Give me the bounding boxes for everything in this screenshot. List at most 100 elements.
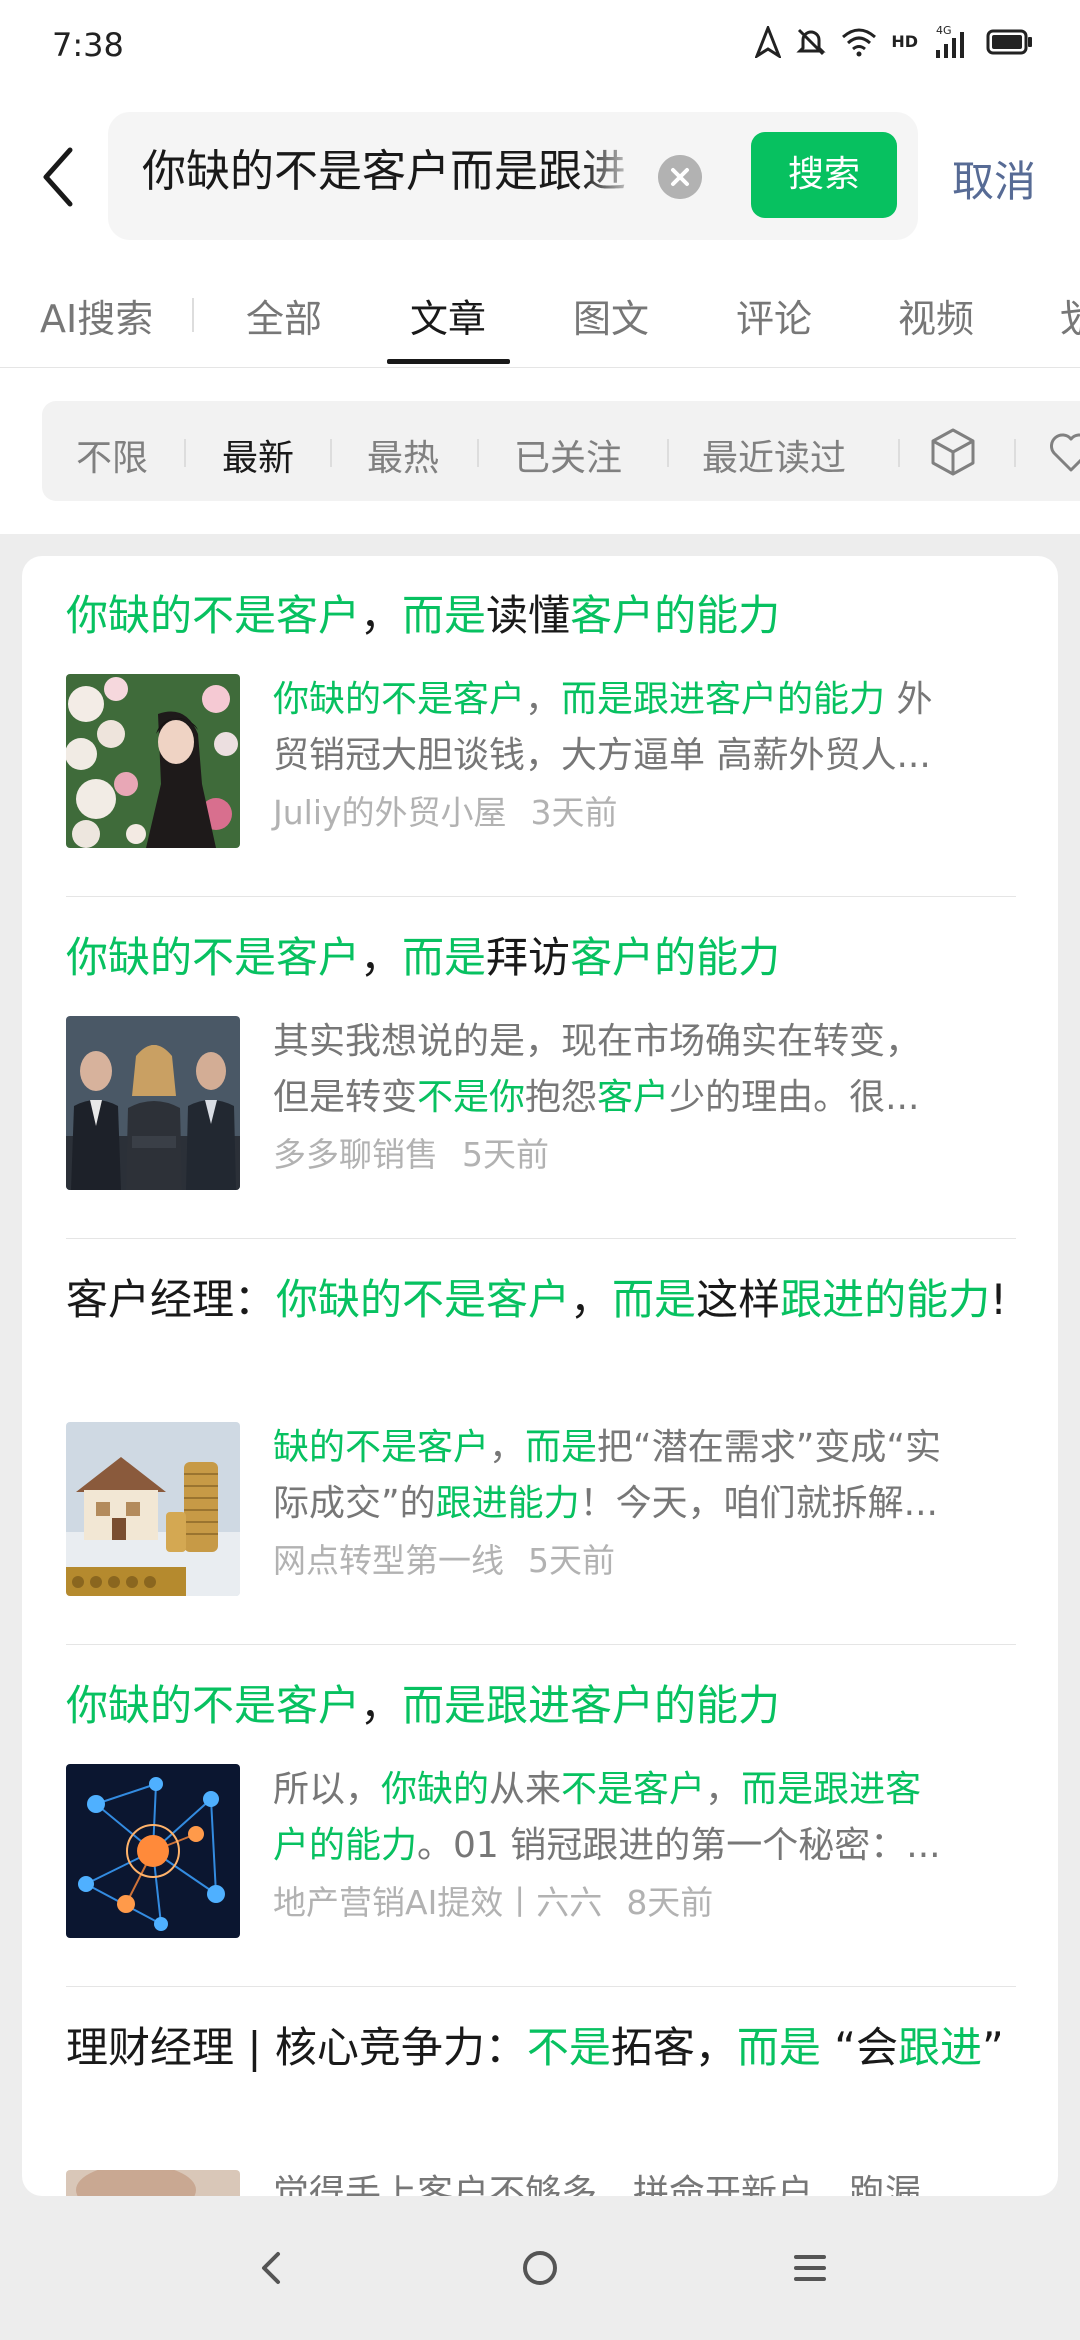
result-time: 3天前 bbox=[530, 793, 618, 832]
result-item[interactable]: 你缺的不是客户，而是拜访客户的能力 其实我想说的是，现在市场确实在转变， 但是转变… bbox=[66, 926, 1016, 1190]
filter-divider bbox=[1014, 439, 1016, 467]
highlighted-text: 缺的不是客户 bbox=[273, 1427, 490, 1468]
filter-recently-read[interactable]: 最近读过 bbox=[702, 429, 846, 481]
nav-menu-icon[interactable] bbox=[778, 2236, 842, 2300]
text-segment: 读懂 bbox=[486, 591, 571, 640]
highlighted-text: 你缺的不是客户 bbox=[66, 1681, 361, 1730]
highlighted-text: 而是 bbox=[612, 1275, 697, 1324]
clear-icon[interactable] bbox=[658, 155, 702, 199]
result-thumbnail[interactable] bbox=[66, 1422, 240, 1596]
filter-chips: 不限 最新 最热 已关注 最近读过 bbox=[42, 401, 1080, 501]
status-bar: 7:38 HD 4G bbox=[0, 0, 1080, 92]
result-source[interactable]: 网点转型第一线 bbox=[273, 1541, 504, 1580]
result-divider bbox=[66, 896, 1016, 897]
text-segment: 拜访 bbox=[486, 933, 571, 982]
filter-hottest[interactable]: 最热 bbox=[367, 429, 439, 481]
highlighted-text: 你缺的不是客户 bbox=[276, 1275, 571, 1324]
filter-divider bbox=[184, 439, 186, 467]
highlighted-text: 客户的能力 bbox=[570, 933, 781, 982]
highlighted-text: 跟进的能力 bbox=[780, 1275, 991, 1324]
search-box[interactable]: 你缺的不是客户而是跟进 搜索 bbox=[108, 112, 918, 240]
result-title[interactable]: 你缺的不是客户，而是跟进客户的能力 bbox=[66, 1674, 1016, 1738]
highlighted-text: 跟进能力 bbox=[435, 1483, 580, 1524]
result-thumbnail[interactable] bbox=[66, 674, 240, 848]
result-thumbnail[interactable] bbox=[66, 1764, 240, 1938]
result-title[interactable]: 理财经理 | 核心竞争力：不是拓客，而是 “会跟进” bbox=[66, 2016, 1016, 2080]
text-segment: 少的理由。很... bbox=[669, 1077, 920, 1118]
result-thumbnail[interactable] bbox=[66, 1016, 240, 1190]
text-segment: 。01 销冠跟进的第一个秘密：... bbox=[417, 1825, 941, 1866]
result-item[interactable]: 你缺的不是客户，而是跟进客户的能力 所以，你缺的从来不是客户，而是跟进客 户的能力… bbox=[66, 1674, 1016, 1938]
text-segment: ！今天，咱们就拆解... bbox=[579, 1483, 939, 1524]
cancel-button[interactable]: 取消 bbox=[952, 148, 1036, 209]
text-segment: “会 bbox=[820, 2023, 899, 2072]
text-segment: ， bbox=[489, 1427, 526, 1468]
active-tab-indicator bbox=[387, 359, 510, 364]
result-source[interactable]: 地产营销AI提效丨六六 bbox=[273, 1883, 602, 1922]
result-source[interactable]: Juliy的外贸小屋 bbox=[273, 793, 507, 832]
nav-back-icon[interactable] bbox=[240, 2236, 304, 2300]
text-segment: ” bbox=[982, 2023, 1004, 2072]
house-and-coins-photo bbox=[66, 1422, 240, 1596]
location-arrow-icon bbox=[755, 26, 782, 58]
filter-divider bbox=[667, 439, 669, 467]
result-source[interactable]: 多多聊销售 bbox=[273, 1135, 438, 1174]
bell-muted-icon bbox=[796, 28, 826, 56]
text-segment: ， bbox=[360, 933, 403, 982]
tab-image-text[interactable]: 图文 bbox=[573, 288, 649, 343]
result-item[interactable]: 你缺的不是客户，而是读懂客户的能力 你缺的不是客户，而是跟进客户的能力 外贸销冠… bbox=[66, 584, 1018, 848]
tab-more[interactable]: 划 bbox=[1060, 288, 1080, 343]
filter-latest[interactable]: 最新 bbox=[222, 429, 294, 481]
result-title[interactable]: 客户经理：你缺的不是客户，而是这样跟进的能力! bbox=[66, 1268, 1016, 1332]
result-divider bbox=[66, 1644, 1016, 1645]
filter-bar: 不限 最新 最热 已关注 最近读过 bbox=[0, 368, 1080, 534]
text-segment: 这样 bbox=[696, 1275, 781, 1324]
result-meta: 地产营销AI提效丨六六 8天前 bbox=[273, 1876, 737, 1924]
filter-divider bbox=[898, 439, 900, 467]
highlighted-text: 你缺的不是客户 bbox=[273, 679, 526, 720]
cell-signal-icon: 4G bbox=[936, 24, 964, 58]
highlighted-text: 客户的能力 bbox=[570, 591, 781, 640]
cube-icon[interactable] bbox=[930, 427, 976, 477]
highlighted-text: 户的能力 bbox=[273, 1825, 418, 1866]
text-segment: 觉得手上客户不够多，拼命开新户，跑漏 bbox=[273, 2173, 922, 2196]
result-snippet: 你缺的不是客户，而是跟进客户的能力 外贸销冠大胆谈钱，大方逼单 高薪外贸人... bbox=[273, 672, 1018, 784]
heart-icon[interactable] bbox=[1048, 431, 1080, 473]
woman-with-flowers-photo bbox=[66, 674, 240, 848]
battery-icon bbox=[986, 29, 1032, 55]
highlighted-text: 不是 bbox=[526, 2023, 611, 2072]
result-divider bbox=[66, 1238, 1016, 1239]
search-input[interactable]: 你缺的不是客户而是跟进 bbox=[142, 142, 642, 202]
tab-comments[interactable]: 评论 bbox=[736, 288, 812, 343]
highlighted-text: 你缺的不是客户 bbox=[66, 591, 361, 640]
result-title[interactable]: 你缺的不是客户，而是读懂客户的能力 bbox=[66, 584, 1016, 648]
text-segment: 其实我想说的是，现在市场确实在转变， bbox=[273, 1021, 922, 1062]
text-segment: ， bbox=[360, 1681, 403, 1730]
tab-all[interactable]: 全部 bbox=[246, 288, 322, 343]
back-arrow-icon[interactable] bbox=[36, 142, 80, 212]
search-button[interactable]: 搜索 bbox=[751, 132, 897, 218]
result-time: 5天前 bbox=[528, 1541, 615, 1580]
filter-divider bbox=[330, 439, 332, 467]
text-segment: 客户经理： bbox=[66, 1275, 277, 1324]
tab-ai-search[interactable]: AI搜索 bbox=[40, 288, 153, 343]
status-time: 7:38 bbox=[52, 26, 124, 64]
tab-articles[interactable]: 文章 bbox=[410, 288, 486, 343]
text-segment: ， bbox=[570, 1275, 613, 1324]
hd-label: HD bbox=[891, 32, 918, 51]
text-segment: 抱怨 bbox=[525, 1077, 598, 1118]
filter-followed[interactable]: 已关注 bbox=[514, 429, 622, 481]
result-thumbnail[interactable] bbox=[66, 2170, 240, 2196]
nav-home-icon[interactable] bbox=[508, 2236, 572, 2300]
highlighted-text: 而是跟进客户的能力 bbox=[402, 1681, 781, 1730]
highlighted-text: 不是客户 bbox=[561, 1769, 706, 1810]
highlighted-text: 跟进 bbox=[898, 2023, 983, 2072]
filter-any[interactable]: 不限 bbox=[76, 429, 148, 481]
result-item[interactable]: 客户经理：你缺的不是客户，而是这样跟进的能力! 缺的不是客户，而是把“潜在需求”… bbox=[66, 1268, 1018, 1596]
tab-videos[interactable]: 视频 bbox=[898, 288, 974, 343]
text-segment: 从来 bbox=[489, 1769, 562, 1810]
result-snippet: 缺的不是客户，而是把“潜在需求”变成“实 际成交”的跟进能力！今天，咱们就拆解..… bbox=[273, 1420, 1018, 1532]
result-title[interactable]: 你缺的不是客户，而是拜访客户的能力 bbox=[66, 926, 1016, 990]
text-segment: ， bbox=[525, 679, 562, 720]
result-item[interactable]: 理财经理 | 核心竞争力：不是拓客，而是 “会跟进” 觉得手上客户不够多，拼命开… bbox=[66, 2016, 1016, 2196]
